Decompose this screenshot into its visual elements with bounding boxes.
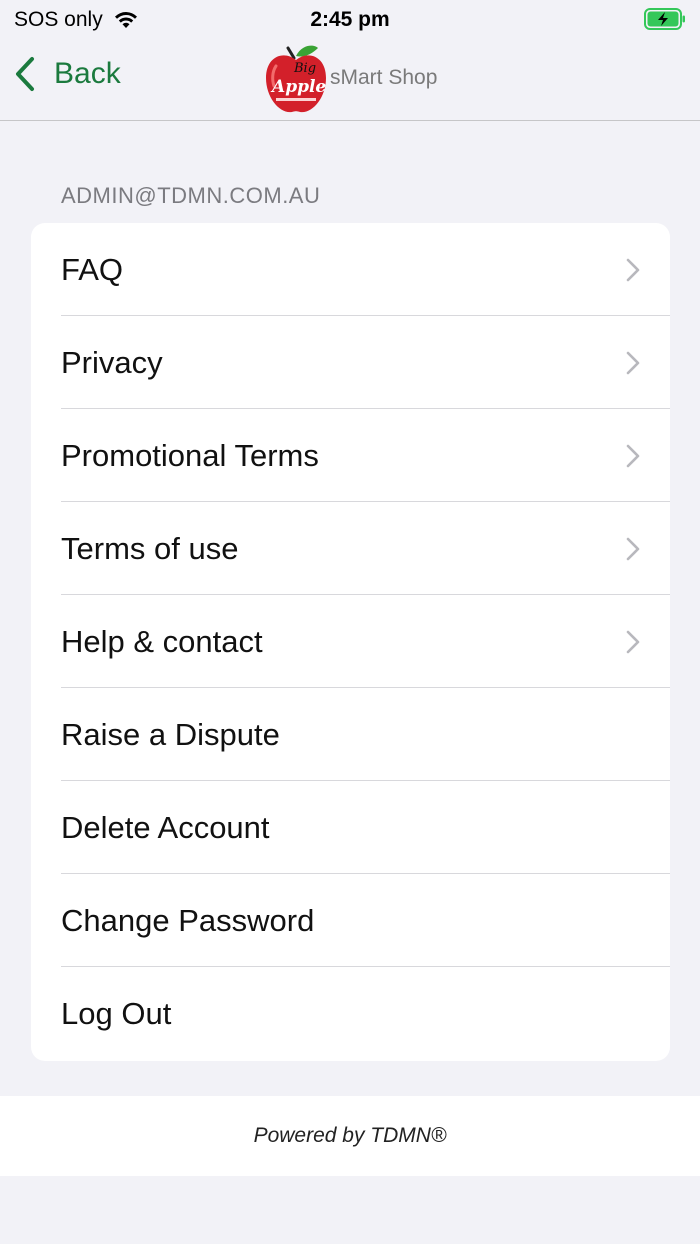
navigation-bar: Back Big Apple sMart Shop xyxy=(0,40,700,121)
chevron-right-icon xyxy=(626,630,640,653)
menu-item-label: Log Out xyxy=(61,996,172,1031)
menu-item-label: FAQ xyxy=(61,251,124,287)
menu-item-log-out[interactable]: Log Out xyxy=(31,967,670,1061)
menu-item-privacy[interactable]: Privacy xyxy=(31,316,670,409)
brand: Big Apple sMart Shop xyxy=(262,40,437,120)
brand-name: sMart Shop xyxy=(330,66,438,89)
menu-item-label: Privacy xyxy=(61,344,163,380)
menu-item-label: Delete Account xyxy=(61,809,270,845)
menu-item-label: Promotional Terms xyxy=(61,437,319,473)
chevron-right-icon xyxy=(626,258,640,281)
menu-item-promotional-terms[interactable]: Promotional Terms xyxy=(31,409,670,502)
chevron-right-icon xyxy=(626,537,640,560)
status-time: 2:45 pm xyxy=(310,8,390,31)
menu-item-label: Help & contact xyxy=(61,623,263,659)
status-bar: SOS only 2:45 pm xyxy=(0,0,700,40)
battery-charging-icon xyxy=(644,8,685,30)
menu-item-faq[interactable]: FAQ xyxy=(31,223,670,316)
menu-item-delete-account[interactable]: Delete Account xyxy=(31,781,670,874)
menu-item-label: Terms of use xyxy=(61,530,239,566)
back-label: Back xyxy=(54,57,121,90)
logo-text-apple: Apple xyxy=(270,77,326,97)
powered-by-text: Powered by TDMN® xyxy=(253,1124,447,1147)
logo-text-big: Big xyxy=(293,61,316,76)
chevron-left-icon xyxy=(16,57,34,91)
account-email: ADMIN@TDMN.COM.AU xyxy=(61,183,321,208)
settings-menu: FAQ Privacy Promotional Terms Terms of u… xyxy=(31,223,670,1061)
big-apple-logo: Big Apple xyxy=(266,45,326,113)
chevron-right-icon xyxy=(626,351,640,374)
chevron-right-icon xyxy=(626,444,640,467)
back-button[interactable]: Back xyxy=(14,56,121,92)
menu-item-change-password[interactable]: Change Password xyxy=(31,874,670,967)
bottom-safe-area xyxy=(0,1176,700,1244)
menu-item-help-contact[interactable]: Help & contact xyxy=(31,595,670,688)
menu-item-raise-dispute[interactable]: Raise a Dispute xyxy=(31,688,670,781)
menu-item-label: Raise a Dispute xyxy=(61,716,280,752)
menu-item-label: Change Password xyxy=(61,902,315,938)
menu-item-terms-of-use[interactable]: Terms of use xyxy=(31,502,670,595)
footer: Powered by TDMN® xyxy=(0,1096,700,1176)
